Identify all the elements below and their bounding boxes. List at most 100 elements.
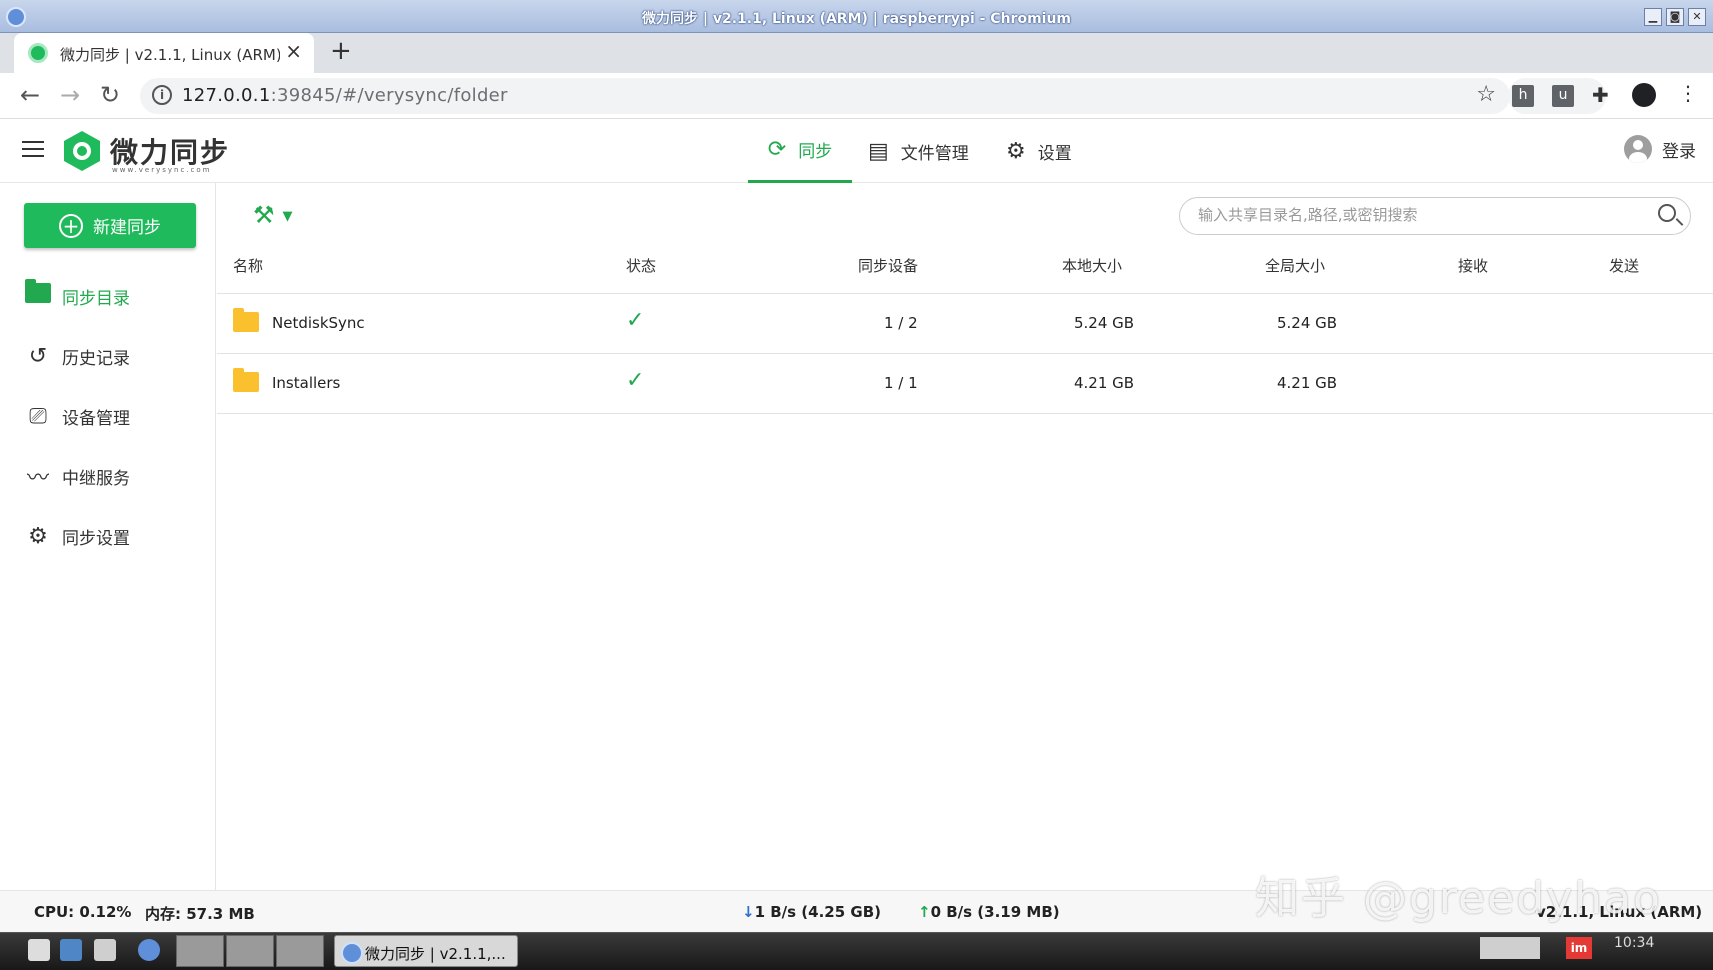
folder-name[interactable]: NetdiskSync [272, 314, 365, 332]
workspace-1[interactable] [176, 935, 224, 967]
extensions-puzzle-icon[interactable]: ✚ [1592, 83, 1609, 107]
extension-u-icon[interactable]: u [1552, 85, 1574, 107]
profile-icon[interactable] [1632, 83, 1656, 107]
memory-usage: 内存: 57.3 MB [145, 905, 255, 923]
windows-icon[interactable] [94, 939, 116, 961]
file-manager-icon[interactable] [60, 939, 82, 961]
column-header-status[interactable]: 状态 [626, 255, 656, 276]
folder-icon [233, 368, 259, 392]
workspace-3[interactable] [276, 935, 324, 967]
url-path: :39845/#/verysync/folder [270, 85, 508, 106]
column-header-receive[interactable]: 接收 [1458, 255, 1488, 276]
sidebar-item-devices[interactable]: ⎚ 设备管理 [24, 401, 130, 431]
tab-close-icon[interactable]: × [285, 39, 302, 63]
url-host: 127.0.0.1 [182, 85, 271, 106]
folder-name[interactable]: Installers [272, 374, 340, 392]
nav-settings-label: 设置 [1037, 143, 1072, 164]
sidebar-item-history[interactable]: ↺ 历史记录 [24, 341, 130, 371]
document-icon: ▤ [868, 138, 889, 164]
column-header-local-size[interactable]: 本地大小 [1062, 255, 1122, 276]
column-header-devices[interactable]: 同步设备 [858, 255, 918, 276]
new-sync-button[interactable]: + 新建同步 [24, 203, 196, 248]
tools-icon: ⚒ [253, 201, 275, 229]
table-row[interactable]: NetdiskSync ✓ 1 / 2 5.24 GB 5.24 GB [217, 293, 1713, 353]
search-icon[interactable] [1658, 204, 1676, 222]
close-window-button[interactable]: ✕ [1688, 8, 1706, 26]
hamburger-menu-icon[interactable] [22, 141, 44, 159]
cpu-usage: CPU: 0.12% [34, 903, 132, 921]
back-button[interactable]: ← [20, 81, 40, 109]
history-icon: ↺ [28, 343, 48, 369]
main-content: ⚒▼ 名称 状态 同步设备 本地大小 全局大小 接收 发送 NetdiskSyn… [217, 183, 1713, 890]
folder-icon [24, 279, 52, 309]
tools-dropdown[interactable]: ⚒ ▼ [253, 201, 293, 229]
screen: 微力同步 | v2.1.1, Linux (ARM) | raspberrypi… [0, 0, 1713, 970]
local-size: 5.24 GB [1074, 314, 1135, 332]
site-info-icon[interactable]: i [152, 85, 172, 105]
login-label: 登录 [1662, 141, 1696, 162]
tab-title: 微力同步 | v2.1.1, Linux (ARM) [60, 46, 280, 64]
brand-url: www.verysync.com [112, 166, 212, 174]
status-check-icon: ✓ [626, 308, 645, 333]
local-size: 4.21 GB [1074, 374, 1135, 392]
download-rate: ↓1 B/s (4.25 GB) [742, 903, 881, 921]
avatar-icon [1624, 135, 1652, 163]
taskbar-window-chromium[interactable]: 微力同步 | v2.1.1,... [334, 935, 518, 967]
verysync-logo-icon [64, 131, 100, 171]
nav-files-label: 文件管理 [900, 143, 969, 164]
bookmark-star-icon[interactable]: ☆ [1476, 82, 1496, 107]
sync-devices: 1 / 1 [884, 374, 918, 392]
chevron-down-icon: ▼ [282, 208, 293, 224]
sidebar-item-sync-folders[interactable]: 同步目录 [24, 279, 130, 311]
browser-menu-icon[interactable]: ⋮ [1678, 81, 1698, 105]
global-size: 4.21 GB [1277, 374, 1338, 392]
sidebar-item-sync-settings[interactable]: ⚙ 同步设置 [24, 521, 130, 551]
sidebar: + 新建同步 同步目录 ↺ 历史记录 ⎚ 设备管理 〰 中继服务 ⚙ 同步设置 [0, 183, 216, 890]
nav-settings[interactable]: ⚙ 设置 [1006, 119, 1072, 183]
tab-favicon-icon [28, 43, 48, 63]
table-row[interactable]: Installers ✓ 1 / 1 4.21 GB 4.21 GB [217, 353, 1713, 413]
upload-rate: ↑0 B/s (3.19 MB) [918, 903, 1060, 921]
window-titlebar[interactable]: 微力同步 | v2.1.1, Linux (ARM) | raspberrypi… [0, 0, 1713, 33]
url-text[interactable]: 127.0.0.1:39845/#/verysync/folder [182, 85, 508, 106]
device-icon: ⎚ [29, 403, 47, 429]
relay-icon: 〰 [26, 466, 49, 491]
input-method-icon[interactable]: im [1566, 937, 1592, 959]
sidebar-item-label: 中继服务 [62, 468, 130, 489]
show-desktop-icon[interactable] [28, 939, 50, 961]
chromium-launcher-icon[interactable] [138, 939, 160, 961]
login-button[interactable]: 登录 [1624, 135, 1696, 163]
nav-file-management[interactable]: ▤ 文件管理 [868, 119, 969, 183]
sidebar-item-relay[interactable]: 〰 中继服务 [24, 461, 130, 491]
search-input[interactable] [1198, 206, 1638, 224]
search-box[interactable] [1179, 197, 1691, 235]
minimize-button[interactable]: ▁ [1644, 8, 1662, 26]
gear-icon: ⚙ [1006, 138, 1026, 164]
sidebar-item-label: 设备管理 [62, 408, 130, 429]
arrow-up-icon: ↑ [918, 903, 931, 921]
watermark: 知乎 @greedyhao [1255, 873, 1662, 924]
nav-sync[interactable]: ⟳ 同步 [748, 119, 852, 183]
sidebar-item-label: 同步设置 [62, 528, 130, 549]
tab-strip: 微力同步 | v2.1.1, Linux (ARM) × + [0, 33, 1713, 73]
extension-h-icon[interactable]: h [1512, 85, 1534, 107]
column-header-send[interactable]: 发送 [1609, 255, 1639, 276]
maximize-button[interactable]: ◙ [1666, 8, 1684, 26]
new-sync-label: 新建同步 [93, 218, 161, 238]
address-bar[interactable]: i 127.0.0.1:39845/#/verysync/folder ☆ [140, 78, 1510, 114]
column-header-global-size[interactable]: 全局大小 [1265, 255, 1325, 276]
clock[interactable]: 10:34 [1614, 935, 1654, 951]
browser-tab[interactable]: 微力同步 | v2.1.1, Linux (ARM) × [14, 33, 314, 73]
gear-icon: ⚙ [28, 523, 48, 549]
arrow-down-icon: ↓ [742, 903, 755, 921]
status-check-icon: ✓ [626, 368, 645, 393]
browser-toolbar: ← → ↻ i 127.0.0.1:39845/#/verysync/folde… [0, 73, 1713, 119]
workspace-2[interactable] [226, 935, 274, 967]
reload-button[interactable]: ↻ [100, 81, 120, 109]
column-header-name[interactable]: 名称 [233, 255, 263, 276]
folder-icon [233, 308, 259, 332]
forward-button[interactable]: → [60, 81, 80, 109]
brand-name: 微力同步 [110, 136, 231, 169]
table-divider [217, 413, 1713, 414]
new-tab-button[interactable]: + [330, 36, 352, 66]
